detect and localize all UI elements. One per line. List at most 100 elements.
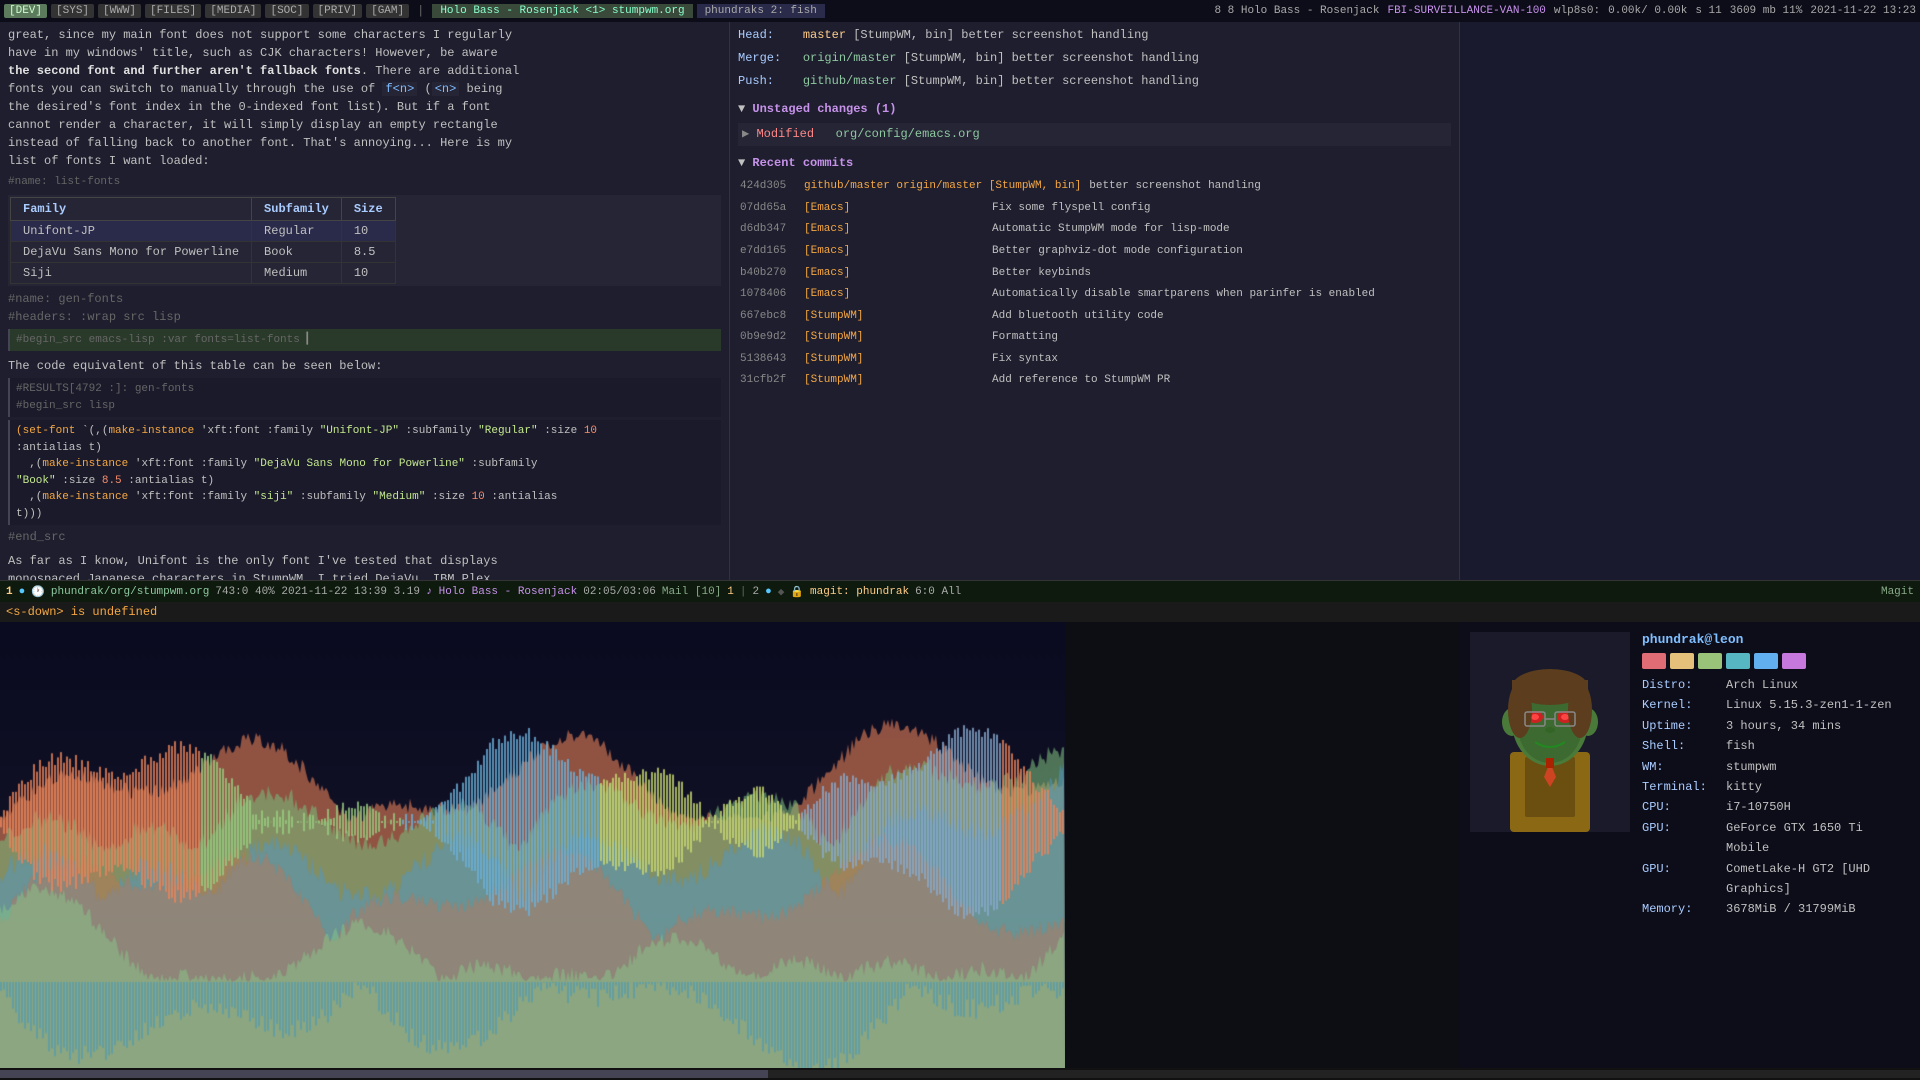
cpu-val: i7-10750H	[1726, 797, 1791, 817]
commit-msg: Automatic StumpWM mode for lisp-mode	[992, 221, 1230, 239]
commit-row[interactable]: 31cfb2f [StumpWM] Add reference to Stump…	[738, 371, 1451, 391]
sb-num3: 2	[753, 586, 760, 598]
scrollbar-thumb[interactable]	[0, 1070, 768, 1078]
commit-row[interactable]: 0b9e9d2 [StumpWM] Formatting	[738, 328, 1451, 348]
commit-msg: better screenshot handling	[1089, 178, 1261, 196]
memory-key: Memory:	[1642, 899, 1722, 919]
sb-dot: ●	[765, 586, 772, 598]
gpu-val: GeForce GTX 1650 Ti Mobile	[1726, 818, 1910, 859]
commit-id: b40b270	[740, 265, 796, 283]
top-right-info: 8 8 Holo Bass - Rosenjack FBI-SURVEILLAN…	[1214, 5, 1916, 17]
gpu2-key: GPU:	[1642, 859, 1722, 900]
username-label: phundrak@leon	[1642, 632, 1910, 647]
commit-row[interactable]: d6db347 [Emacs] Automatic StumpWM mode f…	[738, 220, 1451, 240]
tag-sys[interactable]: [SYS]	[51, 4, 94, 18]
intro-paragraph: great, since my main font does not suppo…	[8, 26, 721, 170]
distro-key: Distro:	[1642, 675, 1722, 695]
kernel-val: Linux 5.15.3-zen1-1-zen	[1726, 695, 1892, 715]
code-n: <n>	[432, 82, 460, 96]
push-label: Push:	[738, 74, 796, 88]
kernel-key: Kernel:	[1642, 695, 1722, 715]
waveform-canvas	[0, 622, 1065, 1080]
tag-www[interactable]: [WWW]	[98, 4, 141, 18]
datetime-label: 2021-11-22 13:23	[1810, 5, 1916, 17]
avatar	[1470, 632, 1630, 832]
col-size: Size	[341, 197, 395, 220]
tag-files[interactable]: [FILES]	[145, 4, 201, 18]
tag-priv[interactable]: [PRIV]	[313, 4, 363, 18]
scrollbar-track[interactable]	[0, 1070, 1920, 1078]
gpu-key: GPU:	[1642, 818, 1722, 859]
avatar-section: phundrak@leon Distro: Arch Linux Kernel:…	[1470, 632, 1910, 920]
status-bullet: ●	[19, 586, 26, 598]
main-area: great, since my main font does not suppo…	[0, 22, 1920, 580]
modified-file: org/config/emacs.org	[836, 127, 980, 141]
end-src: #end_src	[8, 528, 721, 546]
recent-commits-title: Recent commits	[752, 156, 853, 170]
cell-sub-2: Book	[252, 241, 342, 262]
push-val: [StumpWM, bin] better screenshot handlin…	[904, 74, 1199, 88]
tag-gam[interactable]: [GAM]	[366, 4, 409, 18]
commit-id: d6db347	[740, 221, 796, 239]
terminal-row: Terminal: kitty	[1642, 777, 1910, 797]
avatar-svg	[1470, 632, 1630, 832]
commit-id: 5138643	[740, 351, 796, 369]
commit-tag: github/master origin/master [StumpWM, bi…	[804, 178, 1081, 196]
commit-row[interactable]: 424d305 github/master origin/master [Stu…	[738, 177, 1451, 197]
cell-size-1: 10	[341, 220, 395, 241]
bottom-area: phundrak@leon Distro: Arch Linux Kernel:…	[0, 622, 1920, 1080]
sb-path: phundrak/org/stumpwm.org	[51, 586, 209, 598]
table-row: DejaVu Sans Mono for Powerline Book 8.5	[11, 241, 396, 262]
results-line: #RESULTS[4792 :]: gen-fonts	[16, 381, 715, 398]
tag-media[interactable]: [MEDIA]	[205, 4, 261, 18]
commit-tag: [Emacs]	[804, 286, 984, 304]
commit-row[interactable]: e7dd165 [Emacs] Better graphviz-dot mode…	[738, 242, 1451, 262]
uptime-key: Uptime:	[1642, 716, 1722, 736]
unstaged-title: Unstaged changes (1)	[752, 102, 896, 116]
tag-soc[interactable]: [SOC]	[265, 4, 308, 18]
gen-fonts-headers: #headers: :wrap src lisp	[8, 308, 721, 326]
cell-sub-3: Medium	[252, 262, 342, 283]
sb-info: 743:0 40% 2021-11-22 13:39 3.19	[215, 586, 420, 598]
table-name-label: #name: list-fonts	[8, 174, 721, 191]
code-equiv-label: The code equivalent of this table can be…	[8, 357, 721, 375]
commit-msg: Automatically disable smartparens when p…	[992, 286, 1375, 304]
modified-row[interactable]: ▶ Modified org/config/emacs.org	[738, 123, 1451, 146]
cpu-row: CPU: i7-10750H	[1642, 797, 1910, 817]
tag-dev[interactable]: [DEV]	[4, 4, 47, 18]
sb-diamond: ◆	[778, 585, 785, 599]
commit-row[interactable]: 5138643 [StumpWM] Fix syntax	[738, 350, 1451, 370]
tab-fish[interactable]: phundraks 2: fish	[697, 4, 825, 18]
commit-id: 0b9e9d2	[740, 329, 796, 347]
magit-push-row: Push: github/master [StumpWM, bin] bette…	[738, 72, 1451, 91]
terminal-key: Terminal:	[1642, 777, 1722, 797]
bold-text: the second font and further aren't fallb…	[8, 64, 361, 78]
right-pane: Head: master [StumpWM, bin] better scree…	[730, 22, 1460, 580]
commit-tag: [Emacs]	[804, 200, 984, 218]
commit-msg: Add bluetooth utility code	[992, 308, 1164, 326]
cpu-key: CPU:	[1642, 797, 1722, 817]
commit-msg: Better graphviz-dot mode configuration	[992, 243, 1243, 261]
sb-mode: magit: phundrak	[810, 586, 909, 598]
commit-row[interactable]: 07dd65a [Emacs] Fix some flyspell config	[738, 199, 1451, 219]
memory-row: Memory: 3678MiB / 31799MiB	[1642, 899, 1910, 919]
code-block-setfont: (set-font `(,(make-instance 'xft:font :f…	[8, 420, 721, 525]
distro-row: Distro: Arch Linux	[1642, 675, 1910, 695]
right-gap	[1065, 622, 1460, 1080]
commit-row[interactable]: b40b270 [Emacs] Better keybinds	[738, 264, 1451, 284]
color-swatch	[1754, 653, 1778, 669]
font-table-container: Family Subfamily Size Unifont-JP Regular…	[8, 195, 721, 286]
head-branch: master	[803, 28, 846, 42]
kernel-row: Kernel: Linux 5.15.3-zen1-1-zen	[1642, 695, 1910, 715]
magit-head-row: Head: master [StumpWM, bin] better scree…	[738, 26, 1451, 45]
commit-tag: [StumpWM]	[804, 372, 984, 390]
system-info: phundrak@leon Distro: Arch Linux Kernel:…	[1642, 632, 1910, 920]
tab-stumpwm[interactable]: Holo Bass - Rosenjack <1> stumpwm.org	[432, 4, 692, 18]
sb-track: Holo Bass - Rosenjack	[439, 586, 578, 598]
magit-merge-row: Merge: origin/master [StumpWM, bin] bett…	[738, 49, 1451, 68]
cell-family-1: Unifont-JP	[11, 220, 252, 241]
wm-row: WM: stumpwm	[1642, 757, 1910, 777]
color-swatch	[1726, 653, 1750, 669]
commit-row[interactable]: 667ebc8 [StumpWM] Add bluetooth utility …	[738, 307, 1451, 327]
commit-row[interactable]: 1078406 [Emacs] Automatically disable sm…	[738, 285, 1451, 305]
